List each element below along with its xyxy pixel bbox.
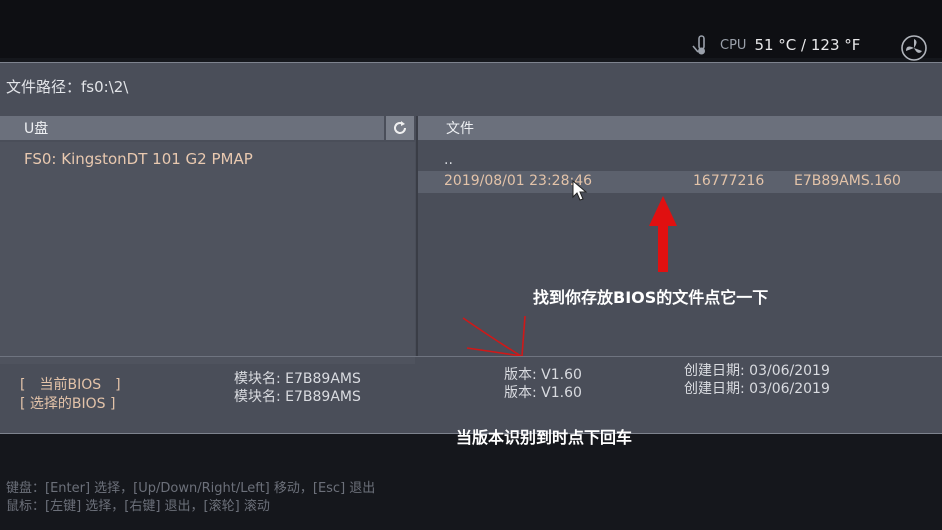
cpu-temp-value: 51 °C / 123 °F: [754, 36, 861, 54]
file-row-bios[interactable]: 2019/08/01 23:28:46 16777216 E7B89AMS.16…: [418, 171, 942, 193]
parent-directory-item[interactable]: ..: [444, 152, 453, 168]
current-build-date: 创建日期: 03/06/2019: [684, 363, 830, 379]
annotation-find-file: 找到你存放BIOS的文件点它一下: [533, 288, 769, 307]
cpu-temperature: CPU 51 °C / 123 °F: [690, 34, 860, 56]
refresh-icon: [394, 121, 406, 134]
selected-build-date: 创建日期: 03/06/2019: [684, 381, 830, 397]
cpu-label: CPU: [720, 37, 747, 53]
current-module-name: 模块名: E7B89AMS: [234, 371, 361, 387]
red-arrow-icon: [649, 196, 677, 272]
current-bios-button[interactable]: [ 当前BIOS ]: [20, 374, 121, 394]
file-name: E7B89AMS.160: [794, 173, 901, 189]
mouse-help: 鼠标：[左键] 选择，[右键] 退出，[滚轮] 滚动: [6, 499, 270, 514]
refresh-button[interactable]: [386, 116, 414, 140]
usb-drive-header: U盘: [0, 116, 384, 140]
current-version: 版本: V1.60: [504, 367, 582, 383]
selected-module-name: 模块名: E7B89AMS: [234, 389, 361, 405]
key-help-footer: 键盘：[Enter] 选择，[Up/Down/Right/Left] 移动，[E…: [6, 480, 375, 516]
file-datetime: 2019/08/01 23:28:46: [444, 173, 593, 189]
keyboard-help: 键盘：[Enter] 选择，[Up/Down/Right/Left] 移动，[E…: [6, 481, 376, 496]
file-list-header-label: 文件: [446, 121, 474, 137]
usb-drive-header-label: U盘: [24, 121, 49, 137]
red-scribble-icon: [462, 315, 526, 357]
selected-version: 版本: V1.60: [504, 385, 582, 401]
file-path: 文件路径：fs0:\2\: [6, 78, 129, 96]
info-separator: [0, 356, 942, 357]
file-list-header: 文件: [418, 116, 942, 140]
selected-bios-button[interactable]: [ 选择的BIOS ]: [20, 393, 115, 413]
panel-divider: [416, 116, 418, 356]
thermometer-icon: [692, 35, 705, 55]
drive-list: [0, 142, 415, 364]
annotation-press-enter: 当版本识别到时点下回车: [456, 428, 633, 447]
file-size: 16777216: [693, 173, 765, 189]
mouse-cursor-icon: [572, 180, 588, 201]
drive-item-fs0[interactable]: FS0: KingstonDT 101 G2 PMAP: [24, 150, 253, 168]
